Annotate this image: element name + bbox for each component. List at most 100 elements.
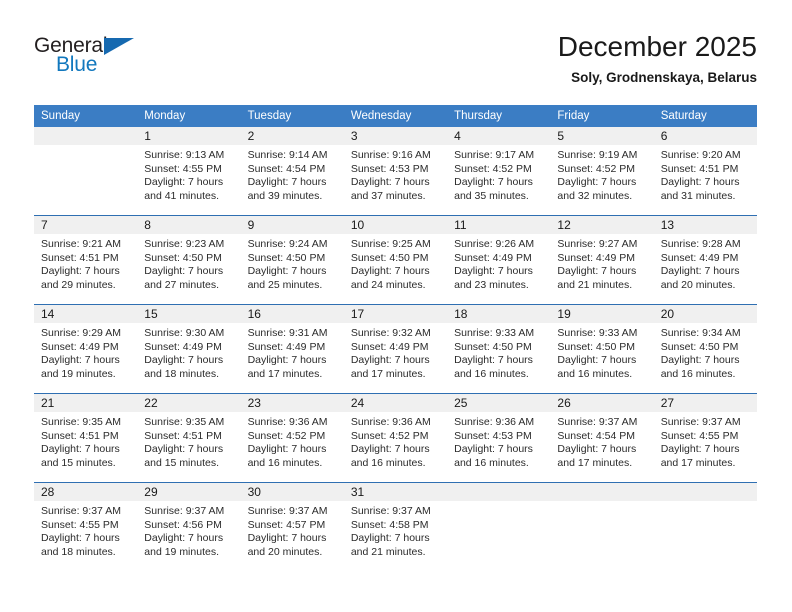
day-number <box>550 483 654 501</box>
calendar-day-cell[interactable]: 5 Sunrise: 9:19 AM Sunset: 4:52 PM Daylight… <box>550 127 654 216</box>
day-detail-line: Daylight: 7 hours <box>557 176 637 189</box>
day-cell-content: 10 Sunrise: 9:25 AM Sunset: 4:50 PM Dayligh… <box>343 216 448 304</box>
calendar-day-cell[interactable]: 23 Sunrise: 9:36 AM Sunset: 4:52 PM Dayligh… <box>240 393 344 483</box>
day-detail-line: Sunset: 4:54 PM <box>557 429 636 442</box>
calendar-day-cell[interactable]: 22 Sunrise: 9:35 AM Sunset: 4:51 PM Dayligh… <box>137 393 241 483</box>
day-detail-line: Sunrise: 9:24 AM <box>247 238 328 250</box>
day-sun-details: Sunrise: 9:24 AM Sunset: 4:50 PM Daylight:… <box>241 234 344 292</box>
day-detail-line: Daylight: 7 hours <box>41 443 120 456</box>
calendar-day-cell[interactable]: 17 Sunrise: 9:32 AM Sunset: 4:49 PM Dayligh… <box>343 304 448 394</box>
day-detail-line: Sunset: 4:50 PM <box>247 251 326 264</box>
calendar-day-cell[interactable]: 18 Sunrise: 9:33 AM Sunset: 4:50 PM Dayligh… <box>447 304 551 394</box>
day-sun-details: Sunrise: 9:21 AM Sunset: 4:51 PM Daylight:… <box>34 234 137 292</box>
day-detail-line: Sunset: 4:56 PM <box>144 518 222 531</box>
calendar-day-cell[interactable]: 2 Sunrise: 9:14 AM Sunset: 4:54 PM Daylight… <box>240 127 344 216</box>
calendar-day-cell[interactable]: 3 Sunrise: 9:16 AM Sunset: 4:53 PM Daylight… <box>343 127 448 216</box>
day-detail-line: Sunset: 4:50 PM <box>454 340 532 353</box>
day-detail-line: Sunrise: 9:37 AM <box>247 505 328 517</box>
calendar-day-cell[interactable]: 20 Sunrise: 9:34 AM Sunset: 4:50 PM Dayligh… <box>653 304 757 394</box>
day-sun-details: Sunrise: 9:37 AM Sunset: 4:58 PM Daylight:… <box>344 501 447 559</box>
day-cell-content: 6 Sunrise: 9:20 AM Sunset: 4:51 PM Daylight… <box>653 127 757 215</box>
day-detail-line: Daylight: 7 hours <box>41 265 120 278</box>
calendar-day-cell[interactable]: 14 Sunrise: 9:29 AM Sunset: 4:49 PM Dayligh… <box>34 304 138 394</box>
day-detail-line: and 18 minutes. <box>144 367 219 380</box>
day-detail-line: Sunset: 4:50 PM <box>350 251 429 264</box>
general-blue-logo[interactable]: General Blue <box>34 34 154 84</box>
day-of-week-header-row: Sunday Monday Tuesday Wednesday Thursday… <box>34 105 757 127</box>
day-detail-line: Daylight: 7 hours <box>247 265 327 278</box>
day-detail-line: Sunrise: 9:37 AM <box>41 505 121 517</box>
calendar-day-cell[interactable]: 24 Sunrise: 9:36 AM Sunset: 4:52 PM Dayligh… <box>343 393 448 483</box>
day-detail-line: Sunset: 4:51 PM <box>41 251 119 264</box>
day-cell-content: 17 Sunrise: 9:32 AM Sunset: 4:49 PM Dayligh… <box>343 305 448 393</box>
day-detail-line: Sunrise: 9:36 AM <box>454 416 535 428</box>
day-number: 18 <box>447 305 551 323</box>
day-detail-line: Sunrise: 9:13 AM <box>144 149 225 161</box>
day-detail-line: and 19 minutes. <box>41 367 116 380</box>
day-cell-content: 26 Sunrise: 9:37 AM Sunset: 4:54 PM Dayligh… <box>550 394 654 482</box>
day-cell-content: 1 Sunrise: 9:13 AM Sunset: 4:55 PM Daylight… <box>137 127 241 215</box>
day-detail-line: Sunset: 4:51 PM <box>41 429 119 442</box>
calendar-day-cell[interactable]: 4 Sunrise: 9:17 AM Sunset: 4:52 PM Daylight… <box>447 127 551 216</box>
calendar-day-cell[interactable]: 1 Sunrise: 9:13 AM Sunset: 4:55 PM Daylight… <box>137 127 241 216</box>
day-detail-line: Sunrise: 9:35 AM <box>41 416 121 428</box>
day-detail-line: Sunset: 4:52 PM <box>350 429 429 442</box>
day-number: 19 <box>550 305 654 323</box>
calendar-day-cell[interactable]: 6 Sunrise: 9:20 AM Sunset: 4:51 PM Daylight… <box>653 127 757 216</box>
calendar-day-cell[interactable]: 28 Sunrise: 9:37 AM Sunset: 4:55 PM Dayligh… <box>34 482 138 571</box>
calendar-day-cell[interactable]: 16 Sunrise: 9:31 AM Sunset: 4:49 PM Dayligh… <box>240 304 344 394</box>
day-cell-content: 9 Sunrise: 9:24 AM Sunset: 4:50 PM Daylight… <box>240 216 344 304</box>
day-cell-content: 15 Sunrise: 9:30 AM Sunset: 4:49 PM Dayligh… <box>137 305 241 393</box>
day-cell-content: 27 Sunrise: 9:37 AM Sunset: 4:55 PM Dayligh… <box>653 394 757 482</box>
day-detail-line: and 29 minutes. <box>41 278 116 291</box>
calendar-day-cell[interactable]: 26 Sunrise: 9:37 AM Sunset: 4:54 PM Dayligh… <box>550 393 654 483</box>
day-detail-line: Daylight: 7 hours <box>247 443 327 456</box>
day-detail-line: Daylight: 7 hours <box>144 532 224 545</box>
calendar-day-cell[interactable]: 15 Sunrise: 9:30 AM Sunset: 4:49 PM Dayligh… <box>137 304 241 394</box>
day-detail-line: Daylight: 7 hours <box>247 532 327 545</box>
calendar-day-cell[interactable]: 19 Sunrise: 9:33 AM Sunset: 4:50 PM Dayligh… <box>550 304 654 394</box>
day-detail-line: Daylight: 7 hours <box>41 354 120 367</box>
day-detail-line: and 20 minutes. <box>247 545 323 558</box>
calendar-day-cell[interactable]: 21 Sunrise: 9:35 AM Sunset: 4:51 PM Dayligh… <box>34 393 138 483</box>
calendar-day-cell[interactable]: 25 Sunrise: 9:36 AM Sunset: 4:53 PM Dayligh… <box>447 393 551 483</box>
day-sun-details: Sunrise: 9:35 AM Sunset: 4:51 PM Daylight:… <box>34 412 137 470</box>
day-number: 10 <box>343 216 448 234</box>
day-detail-line: Sunrise: 9:28 AM <box>660 238 741 250</box>
day-detail-line: Sunset: 4:49 PM <box>41 340 119 353</box>
day-sun-details: Sunrise: 9:16 AM Sunset: 4:53 PM Daylight:… <box>344 145 447 203</box>
calendar-day-cell[interactable]: 7 Sunrise: 9:21 AM Sunset: 4:51 PM Daylight… <box>34 215 138 305</box>
calendar-day-cell[interactable]: 29 Sunrise: 9:37 AM Sunset: 4:56 PM Dayligh… <box>137 482 241 571</box>
day-sun-details: Sunrise: 9:19 AM Sunset: 4:52 PM Daylight:… <box>550 145 653 203</box>
day-number: 5 <box>550 127 654 145</box>
calendar-day-cell[interactable]: 11 Sunrise: 9:26 AM Sunset: 4:49 PM Dayligh… <box>447 215 551 305</box>
day-detail-line: Daylight: 7 hours <box>557 443 637 456</box>
calendar-day-cell[interactable]: 27 Sunrise: 9:37 AM Sunset: 4:55 PM Dayligh… <box>653 393 757 483</box>
day-detail-line: Sunset: 4:58 PM <box>350 518 429 531</box>
day-detail-line: Daylight: 7 hours <box>144 176 224 189</box>
day-detail-line: and 39 minutes. <box>247 189 323 202</box>
day-detail-line: and 31 minutes. <box>660 189 736 202</box>
calendar-day-cell[interactable]: 8 Sunrise: 9:23 AM Sunset: 4:50 PM Daylight… <box>137 215 241 305</box>
calendar-day-cell[interactable]: 30 Sunrise: 9:37 AM Sunset: 4:57 PM Dayligh… <box>240 482 344 571</box>
calendar-day-cell[interactable]: 10 Sunrise: 9:25 AM Sunset: 4:50 PM Dayligh… <box>343 215 448 305</box>
calendar-day-cell[interactable]: 31 Sunrise: 9:37 AM Sunset: 4:58 PM Dayligh… <box>343 482 448 571</box>
calendar-week-row: 28 Sunrise: 9:37 AM Sunset: 4:55 PM Dayligh… <box>34 482 757 571</box>
day-detail-line: Sunset: 4:57 PM <box>247 518 326 531</box>
calendar-day-cell[interactable]: 9 Sunrise: 9:24 AM Sunset: 4:50 PM Daylight… <box>240 215 344 305</box>
day-detail-line: Sunset: 4:51 PM <box>144 429 222 442</box>
day-cell-content: 7 Sunrise: 9:21 AM Sunset: 4:51 PM Daylight… <box>34 216 138 304</box>
calendar-day-cell[interactable]: 13 Sunrise: 9:28 AM Sunset: 4:49 PM Dayligh… <box>653 215 757 305</box>
day-sun-details: Sunrise: 9:37 AM Sunset: 4:55 PM Daylight:… <box>654 412 757 470</box>
day-number: 13 <box>653 216 757 234</box>
day-number <box>653 483 757 501</box>
day-detail-line: Daylight: 7 hours <box>247 354 327 367</box>
day-detail-line: and 20 minutes. <box>660 278 736 291</box>
page-header: General Blue December 2025 Soly, Grodnen… <box>34 30 757 92</box>
day-sun-details: Sunrise: 9:37 AM Sunset: 4:57 PM Daylight:… <box>241 501 344 559</box>
calendar-day-cell[interactable]: 12 Sunrise: 9:27 AM Sunset: 4:49 PM Dayligh… <box>550 215 654 305</box>
day-detail-line: and 19 minutes. <box>144 545 219 558</box>
page-title: December 2025 <box>557 31 757 62</box>
day-number: 4 <box>447 127 551 145</box>
day-cell-content: 29 Sunrise: 9:37 AM Sunset: 4:56 PM Dayligh… <box>137 483 241 571</box>
